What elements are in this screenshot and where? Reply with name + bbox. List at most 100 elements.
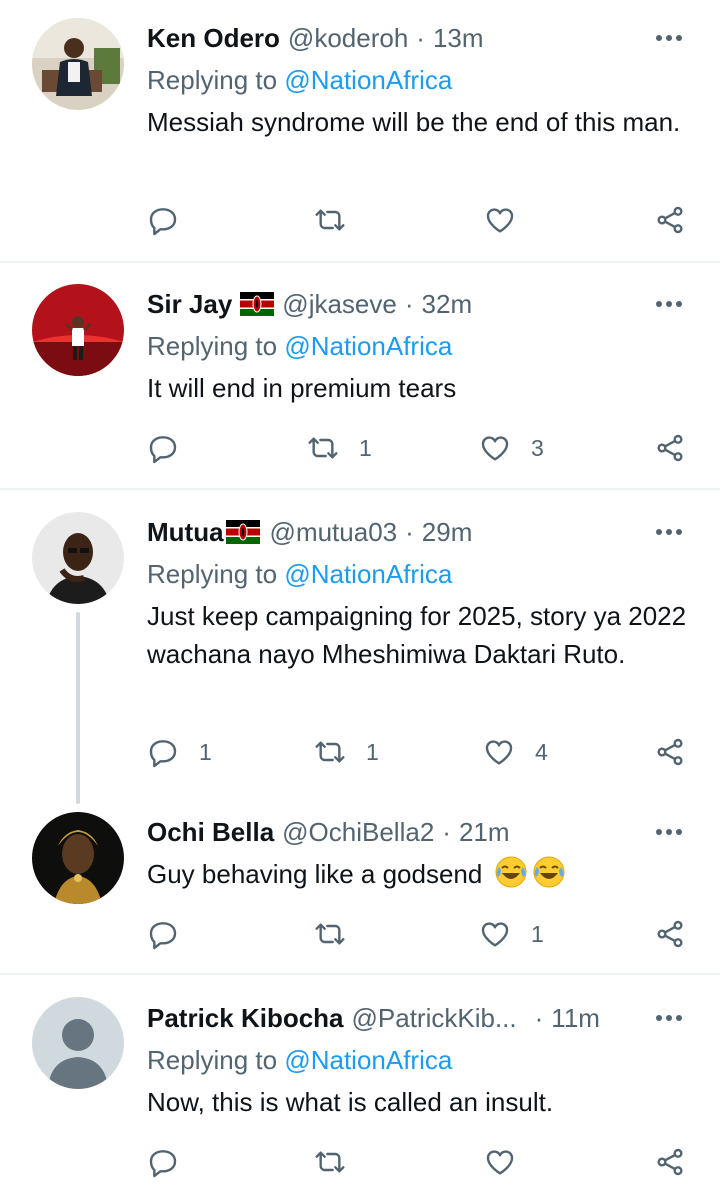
tweet-ken-odero[interactable]: Ken Odero @koderoh · 13m Replying to @Na…: [0, 0, 720, 262]
author-handle[interactable]: @mutua03: [270, 515, 398, 549]
avatar-image: [32, 18, 124, 110]
like-button[interactable]: [484, 1142, 536, 1182]
tweet-actions: [0, 1142, 720, 1182]
share-button[interactable]: [654, 732, 686, 772]
author-handle[interactable]: @jkaseve: [282, 287, 397, 321]
author-name[interactable]: Ken Odero: [147, 21, 280, 55]
mention-link[interactable]: @NationAfrica: [284, 1045, 452, 1075]
author-name[interactable]: Mutua: [147, 515, 224, 549]
tweet-text: It will end in premium tears: [147, 373, 457, 403]
separator-dot: ·: [534, 1003, 544, 1033]
author-handle[interactable]: @OchiBella2: [282, 815, 434, 849]
retweet-icon: [315, 1151, 345, 1173]
like-button[interactable]: 1: [479, 914, 544, 954]
share-button[interactable]: [654, 428, 686, 468]
like-count: 1: [531, 920, 544, 947]
retweet-button[interactable]: 1: [307, 428, 372, 468]
author-name[interactable]: Sir Jay: [147, 287, 232, 321]
avatar-image: [32, 812, 124, 904]
tweet-patrick-kibocha[interactable]: Patrick Kibocha @PatrickKib... · 11m Rep…: [0, 975, 720, 1186]
reply-button[interactable]: [147, 1142, 199, 1182]
retweet-button[interactable]: [314, 200, 366, 240]
more-horizontal-icon[interactable]: [654, 517, 684, 547]
avatar[interactable]: [32, 284, 124, 376]
replying-to: Replying to @NationAfrica: [147, 1043, 452, 1077]
like-button[interactable]: 4: [483, 732, 548, 772]
heart-icon: [481, 922, 509, 947]
reply-count: 1: [199, 738, 212, 765]
tweet-actions: 1: [0, 914, 720, 954]
reply-button[interactable]: [147, 914, 199, 954]
retweet-icon: [308, 437, 338, 459]
like-count: 4: [535, 738, 548, 765]
share-icon: [657, 206, 683, 234]
author-name[interactable]: Patrick Kibocha: [147, 1001, 344, 1035]
retweet-button[interactable]: [314, 1142, 366, 1182]
tweet-text: Just keep campaigning for 2025, story ya…: [147, 601, 687, 669]
heart-icon: [486, 208, 514, 233]
avatar[interactable]: [32, 997, 124, 1089]
tweet-sir-jay[interactable]: Sir Jay @jkaseve · 32m Replying to @Nati…: [0, 263, 720, 489]
tweet-ochi-bella[interactable]: Ochi Bella @OchiBella2 · 21m Guy behavin…: [0, 796, 720, 974]
mention-link[interactable]: @NationAfrica: [284, 331, 452, 361]
share-icon: [657, 1148, 683, 1176]
author-handle[interactable]: @PatrickKib...: [352, 1001, 517, 1035]
retweet-icon: [315, 741, 345, 763]
replying-to: Replying to @NationAfrica: [147, 557, 452, 591]
retweet-count: 1: [366, 738, 379, 765]
tweet-header: Sir Jay @jkaseve · 32m: [147, 287, 472, 321]
thread-connector: [76, 612, 80, 804]
timestamp[interactable]: 11m: [551, 1001, 600, 1035]
reply-icon: [149, 1150, 177, 1178]
heart-icon: [481, 436, 509, 461]
default-avatar-icon: [32, 997, 124, 1089]
share-button[interactable]: [654, 200, 686, 240]
replying-label: Replying to: [147, 331, 278, 361]
avatar-image: [32, 512, 124, 604]
avatar[interactable]: [32, 512, 124, 604]
author-handle[interactable]: @koderoh: [288, 21, 408, 55]
separator-dot: ·: [416, 23, 425, 53]
retweet-icon: [315, 923, 345, 945]
share-icon: [657, 920, 683, 948]
timestamp[interactable]: 13m: [433, 21, 484, 55]
like-count: 3: [531, 434, 544, 461]
more-horizontal-icon[interactable]: [654, 817, 684, 847]
tweet-header: Ochi Bella @OchiBella2 · 21m: [147, 815, 510, 849]
replying-label: Replying to: [147, 65, 278, 95]
avatar[interactable]: [32, 812, 124, 904]
tweet-mutua[interactable]: Mutua @mutua03 · 29m Replying to @Nation…: [0, 490, 720, 804]
timestamp[interactable]: 21m: [459, 815, 510, 849]
tweet-text: Now, this is what is called an insult.: [147, 1087, 554, 1117]
reply-button[interactable]: [147, 200, 199, 240]
mention-link[interactable]: @NationAfrica: [284, 65, 452, 95]
tweet-actions: 1 1 4: [0, 732, 720, 772]
tweet-text-row: Guy behaving like a godsend: [147, 855, 687, 893]
retweet-count: 1: [359, 434, 372, 461]
like-button[interactable]: 3: [479, 428, 544, 468]
author-name[interactable]: Ochi Bella: [147, 815, 274, 849]
retweet-icon: [315, 209, 345, 231]
separator-dot: ·: [404, 289, 414, 319]
retweet-button[interactable]: [314, 914, 366, 954]
share-button[interactable]: [654, 1142, 686, 1182]
tweet-text: Messiah syndrome will be the end of this…: [147, 107, 681, 137]
heart-icon: [486, 1150, 514, 1175]
share-button[interactable]: [654, 914, 686, 954]
timestamp[interactable]: 29m: [422, 515, 473, 549]
replying-label: Replying to: [147, 1045, 278, 1075]
timestamp[interactable]: 32m: [422, 287, 473, 321]
mention-link[interactable]: @NationAfrica: [284, 559, 452, 589]
retweet-button[interactable]: 1: [314, 732, 379, 772]
tweet-header: Patrick Kibocha @PatrickKib... · 11m: [147, 1001, 600, 1035]
like-button[interactable]: [484, 200, 536, 240]
more-horizontal-icon[interactable]: [654, 23, 684, 53]
reply-button[interactable]: [147, 428, 199, 468]
reply-button[interactable]: 1: [147, 732, 212, 772]
reply-icon: [149, 436, 177, 464]
more-horizontal-icon[interactable]: [654, 289, 684, 319]
avatar[interactable]: [32, 18, 124, 110]
kenya-flag-icon: [225, 520, 260, 544]
share-icon: [657, 434, 683, 462]
more-horizontal-icon[interactable]: [654, 1003, 684, 1033]
